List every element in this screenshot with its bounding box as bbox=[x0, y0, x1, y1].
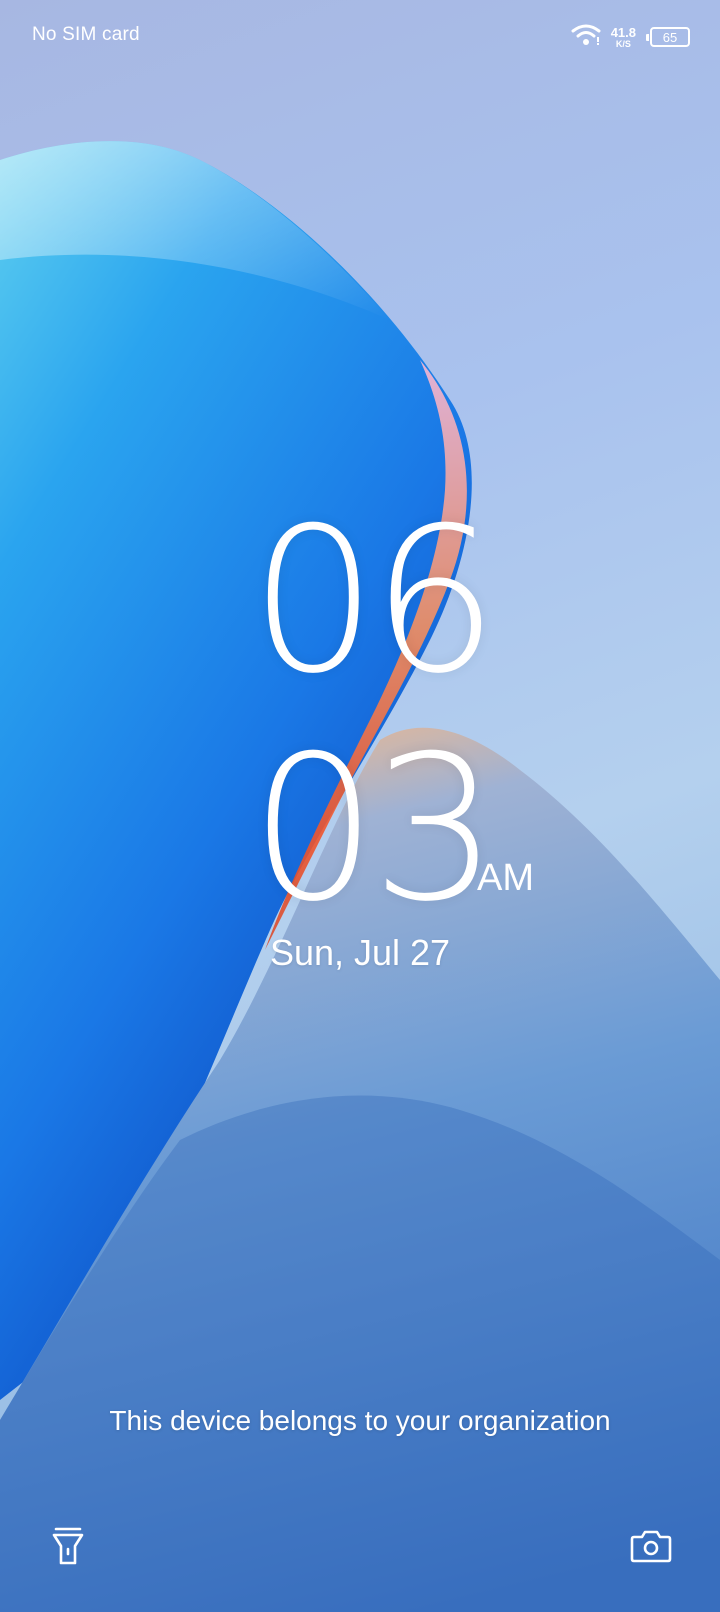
network-speed-unit: K/S bbox=[615, 38, 631, 49]
network-speed: 41.8 K/S bbox=[611, 26, 636, 49]
date-label: Sun, Jul 27 bbox=[269, 932, 451, 973]
clock-minute: 03 bbox=[250, 713, 499, 946]
organization-notice: This device belongs to your organization bbox=[109, 1405, 611, 1436]
camera-button[interactable] bbox=[623, 1520, 679, 1576]
status-bar: No SIM card 41.8 K/S 65 bbox=[0, 0, 720, 74]
clock-hour: 06 bbox=[250, 485, 499, 718]
battery-icon: 65 bbox=[646, 27, 690, 47]
flashlight-button[interactable] bbox=[40, 1520, 96, 1576]
status-icons: 41.8 K/S 65 bbox=[571, 22, 690, 52]
wifi-icon bbox=[571, 23, 601, 52]
flashlight-icon bbox=[51, 1526, 85, 1571]
battery-level: 65 bbox=[662, 29, 678, 45]
carrier-label: No SIM card bbox=[32, 24, 140, 45]
network-speed-value: 41.8 bbox=[610, 24, 636, 40]
clock-ampm: AM bbox=[477, 857, 534, 899]
camera-icon bbox=[630, 1528, 672, 1569]
